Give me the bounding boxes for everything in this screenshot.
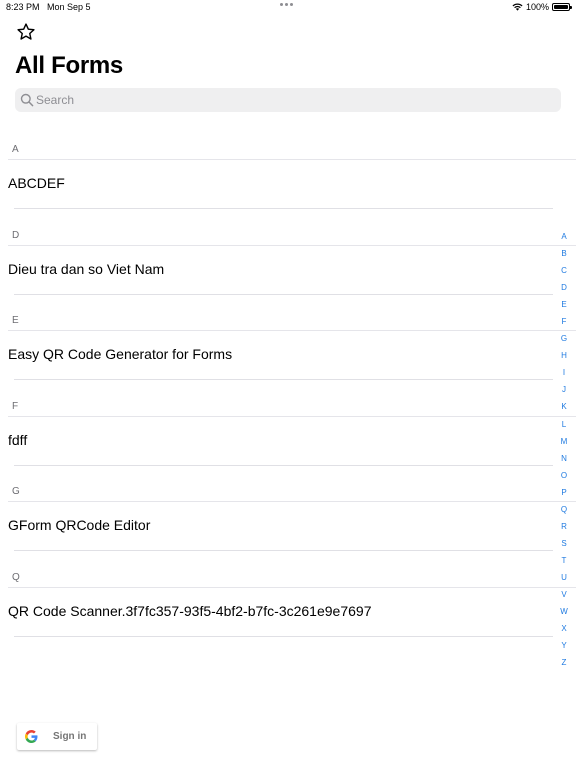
status-bar: 8:23 PM Mon Sep 5 100% [0, 0, 576, 16]
section-header: G [12, 486, 20, 497]
index-letter-d[interactable]: D [561, 279, 567, 296]
index-letter-f[interactable]: F [562, 313, 567, 330]
search-bar[interactable] [15, 88, 561, 112]
index-letter-g[interactable]: G [561, 330, 567, 347]
separator [14, 550, 553, 551]
battery-percent: 100% [525, 2, 549, 12]
search-icon [20, 93, 34, 107]
google-sign-in-button[interactable]: Sign in [17, 723, 97, 750]
index-letter-i[interactable]: I [563, 364, 565, 381]
index-letter-w[interactable]: W [560, 603, 568, 620]
section-g: G GForm QRCode Editor [0, 477, 576, 563]
separator [14, 379, 553, 380]
list-item[interactable]: fdff [0, 417, 576, 465]
separator [14, 635, 553, 637]
section-q: Q QR Code Scanner.3f7fc357-93f5-4bf2-b7f… [0, 563, 576, 649]
separator [14, 293, 553, 295]
list-item-label: QR Code Scanner.3f7fc357-93f5-4bf2-b7fc-… [8, 602, 372, 619]
page-title: All Forms [15, 52, 123, 79]
list-item-label: Dieu tra dan so Viet Nam [8, 260, 165, 277]
index-letter-p[interactable]: P [561, 484, 566, 501]
multitasking-dots-icon[interactable] [280, 3, 293, 6]
index-letter-x[interactable]: X [561, 620, 566, 637]
index-letter-r[interactable]: R [561, 518, 567, 535]
search-input[interactable] [36, 88, 536, 112]
index-letter-s[interactable]: S [561, 535, 566, 552]
status-right: 100% [512, 2, 572, 12]
index-letter-t[interactable]: T [562, 552, 567, 569]
list-item[interactable]: QR Code Scanner.3f7fc357-93f5-4bf2-b7fc-… [0, 588, 576, 636]
section-a: A ABCDEF [0, 135, 576, 221]
index-letter-q[interactable]: Q [561, 501, 567, 518]
list-item[interactable]: Easy QR Code Generator for Forms [0, 331, 576, 379]
battery-fill [554, 5, 568, 9]
star-outline-icon [17, 23, 35, 40]
index-letter-e[interactable]: E [561, 296, 566, 313]
section-f: F fdff [0, 392, 576, 478]
google-g-icon [25, 730, 38, 743]
wifi-icon [512, 3, 523, 11]
list-item[interactable]: Dieu tra dan so Viet Nam [0, 246, 576, 294]
section-header: D [12, 229, 20, 241]
index-letter-v[interactable]: V [561, 586, 566, 603]
index-letter-b[interactable]: B [561, 245, 566, 262]
index-letter-y[interactable]: Y [561, 637, 566, 654]
index-letter-o[interactable]: O [561, 467, 567, 484]
index-letter-u[interactable]: U [561, 569, 567, 586]
separator [14, 208, 553, 209]
index-letter-n[interactable]: N [561, 450, 567, 467]
index-letter-h[interactable]: H [561, 347, 567, 364]
status-date: Mon Sep 5 [47, 2, 91, 12]
index-letter-c[interactable]: C [561, 262, 567, 279]
list-item-label: ABCDEF [8, 175, 65, 191]
list-item[interactable]: GForm QRCode Editor [0, 502, 576, 550]
index-letter-m[interactable]: M [561, 433, 568, 450]
sign-in-label: Sign in [53, 731, 87, 742]
status-time: 8:23 PM [6, 2, 40, 12]
list-item[interactable]: ABCDEF [0, 160, 576, 208]
index-letter-k[interactable]: K [561, 398, 566, 415]
list-item-label: fdff [8, 431, 28, 448]
section-index-bar[interactable]: ABCDEFGHIJKLMNOPQRSTUVWXYZ [559, 228, 569, 671]
index-letter-a[interactable]: A [561, 228, 566, 245]
section-header: F [12, 400, 19, 412]
section-header: A [12, 144, 19, 155]
section-header: Q [12, 571, 20, 583]
list-item-label: Easy QR Code Generator for Forms [8, 346, 233, 362]
section-e: E Easy QR Code Generator for Forms [0, 306, 576, 392]
section-header: E [12, 315, 19, 326]
section-d: D Dieu tra dan so Viet Nam [0, 221, 576, 307]
index-letter-j[interactable]: J [562, 381, 566, 398]
index-letter-l[interactable]: L [562, 416, 566, 433]
separator [14, 464, 553, 466]
index-letter-z[interactable]: Z [562, 654, 567, 671]
forms-list: A ABCDEF D Dieu tra dan so Viet Nam E Ea… [0, 135, 576, 648]
battery-icon [552, 3, 572, 11]
list-item-label: GForm QRCode Editor [8, 517, 151, 533]
favorite-button[interactable] [16, 22, 36, 42]
